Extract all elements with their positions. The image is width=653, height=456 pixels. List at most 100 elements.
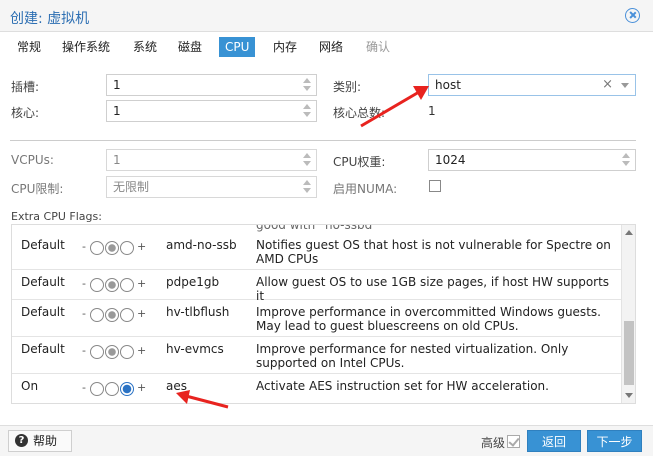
cpu-limit-input[interactable]: 无限制 <box>106 176 317 198</box>
close-icon[interactable] <box>625 8 640 23</box>
spinner-icon[interactable] <box>301 77 313 93</box>
vcpus-input[interactable]: 1 <box>106 149 317 171</box>
minus-label: - <box>82 381 86 394</box>
tab-memory[interactable]: 内存 <box>267 37 303 57</box>
radio-default[interactable] <box>105 345 119 359</box>
radio-off[interactable] <box>90 278 104 292</box>
sockets-input[interactable]: 1 <box>106 74 317 96</box>
spinner-icon[interactable] <box>301 152 313 168</box>
flag-toggle: - + <box>82 277 146 293</box>
spinner-icon[interactable] <box>620 152 632 168</box>
tab-network[interactable]: 网络 <box>313 37 349 57</box>
advanced-checkbox[interactable] <box>507 435 520 448</box>
table-row: Default - + amd-no-ssb Notifies guest OS… <box>12 233 622 270</box>
radio-off[interactable] <box>90 241 104 255</box>
sockets-value: 1 <box>113 78 121 92</box>
radio-off[interactable] <box>90 382 104 396</box>
table-row: Default - + hv-tlbflush Improve performa… <box>12 300 622 337</box>
flag-description: Allow guest OS to use 1GB size pages, if… <box>256 275 610 303</box>
advanced-label: 高级 <box>481 436 506 450</box>
extra-flags-label: Extra CPU Flags: <box>11 210 102 223</box>
partial-row-text: good with `no-ssbd` <box>256 224 379 232</box>
plus-label: + <box>137 307 147 320</box>
next-button[interactable]: 下一步 <box>587 430 642 452</box>
flag-state: Default <box>21 342 65 356</box>
numa-label: 启用NUMA: <box>333 182 398 196</box>
flag-name: hv-evmcs <box>166 342 224 356</box>
radio-off[interactable] <box>90 308 104 322</box>
sockets-label: 插槽: <box>11 80 40 94</box>
plus-label: + <box>137 240 147 253</box>
radio-on[interactable] <box>120 308 134 322</box>
cores-input[interactable]: 1 <box>106 100 317 122</box>
table-row: Default - + pdpe1gb Allow guest OS to us… <box>12 270 622 303</box>
cpu-type-label: 类别: <box>333 80 362 94</box>
help-button[interactable]: ? 帮助 <box>8 430 72 452</box>
cpu-type-value: host <box>435 78 461 92</box>
cpu-flags-grid[interactable]: good with `no-ssbd` Default - + amd-no-s… <box>11 224 636 404</box>
dialog-titlebar: 创建: 虚拟机 <box>0 0 653 32</box>
radio-default[interactable] <box>105 308 119 322</box>
flag-state: Default <box>21 238 65 252</box>
flag-name: aes <box>166 379 187 393</box>
dialog-title: 创建: 虚拟机 <box>10 11 90 27</box>
total-cores-label: 核心总数: <box>333 106 386 120</box>
flag-description: Improve performance in overcommitted Win… <box>256 305 601 333</box>
cpu-units-label: CPU权重: <box>333 155 386 169</box>
flag-description: Improve performance for nested virtualiz… <box>256 342 569 370</box>
back-button[interactable]: 返回 <box>527 430 581 452</box>
flag-toggle: - + <box>82 307 146 323</box>
cores-label: 核心: <box>11 106 40 120</box>
radio-default[interactable] <box>105 241 119 255</box>
plus-label: + <box>137 344 147 357</box>
radio-on[interactable] <box>120 345 134 359</box>
vcpus-value: 1 <box>113 153 121 167</box>
chevron-down-icon[interactable] <box>621 83 629 88</box>
flag-name: pdpe1gb <box>166 275 220 289</box>
radio-default[interactable] <box>105 382 119 396</box>
section-divider <box>10 140 636 141</box>
flag-state: Default <box>21 275 65 289</box>
minus-label: - <box>82 277 86 290</box>
radio-off[interactable] <box>90 345 104 359</box>
flag-name: hv-tlbflush <box>166 305 230 319</box>
scroll-up-icon[interactable] <box>625 230 633 235</box>
help-icon: ? <box>15 434 28 447</box>
help-button-label: 帮助 <box>33 434 58 448</box>
flag-toggle: - + <box>82 240 146 256</box>
cpu-limit-label: CPU限制: <box>11 182 64 196</box>
radio-on[interactable] <box>120 241 134 255</box>
tab-cpu[interactable]: CPU <box>219 37 256 57</box>
flag-toggle: - + <box>82 344 146 360</box>
cpu-limit-value: 无限制 <box>113 180 150 194</box>
plus-label: + <box>137 277 147 290</box>
cpu-units-input[interactable]: 1024 <box>428 149 636 171</box>
table-row: Default - + hv-evmcs Improve performance… <box>12 337 622 374</box>
radio-default[interactable] <box>105 278 119 292</box>
numa-checkbox[interactable] <box>429 180 441 192</box>
dialog-footer: ? 帮助 高级 返回 下一步 <box>0 425 653 456</box>
minus-label: - <box>82 344 86 357</box>
flag-state: Default <box>21 305 65 319</box>
flag-name: amd-no-ssb <box>166 238 237 252</box>
cores-value: 1 <box>113 104 121 118</box>
radio-on[interactable] <box>120 382 134 396</box>
tab-os[interactable]: 操作系统 <box>56 37 116 57</box>
minus-label: - <box>82 240 86 253</box>
tab-disks[interactable]: 磁盘 <box>172 37 208 57</box>
tab-system[interactable]: 系统 <box>127 37 163 57</box>
flags-scrollbar[interactable] <box>621 225 635 403</box>
spinner-icon[interactable] <box>301 103 313 119</box>
radio-on[interactable] <box>120 278 134 292</box>
total-cores-value: 1 <box>428 104 436 118</box>
tab-general[interactable]: 常规 <box>11 37 47 57</box>
cpu-units-value: 1024 <box>435 153 466 167</box>
spinner-icon[interactable] <box>301 179 313 195</box>
scroll-thumb[interactable] <box>624 321 634 385</box>
wizard-tabs: 常规 操作系统 系统 磁盘 CPU 内存 网络 确认 <box>0 33 653 59</box>
scroll-down-icon[interactable] <box>625 393 633 398</box>
table-row: On - + aes Activate AES instruction set … <box>12 374 622 403</box>
clear-icon[interactable]: × <box>602 75 613 95</box>
plus-label: + <box>137 381 147 394</box>
cpu-type-select[interactable]: host × <box>428 74 636 96</box>
